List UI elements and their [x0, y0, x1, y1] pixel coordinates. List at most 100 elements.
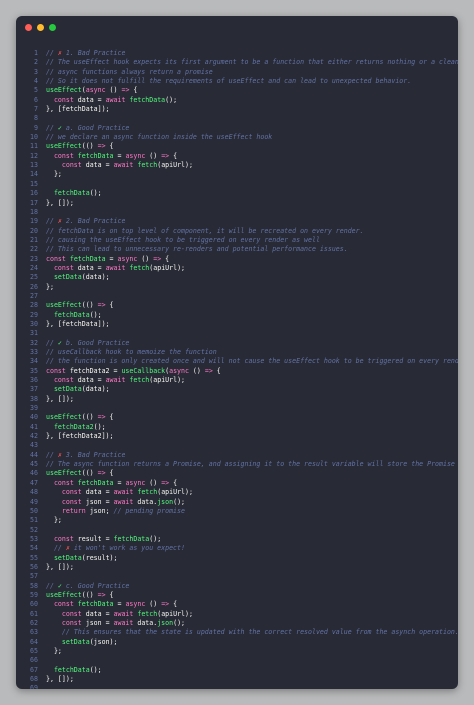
line-number: 48	[30, 488, 38, 497]
line-number: 30	[30, 319, 38, 328]
line-text: useEffect(() => {	[46, 413, 114, 422]
code-line: 8	[16, 114, 458, 123]
code-line: 62 const json = await data.json();	[16, 619, 458, 628]
line-number: 56	[30, 562, 38, 571]
code-line: 17}, []);	[16, 199, 458, 208]
line-text: fetchData();	[46, 189, 102, 198]
code-keyword: await	[105, 376, 126, 385]
code-line: 45 // The async function returns a Promis…	[16, 460, 458, 469]
code-keyword: await	[105, 95, 126, 104]
line-text: const data = await fetch(apiUrl);	[46, 376, 185, 385]
code-token: fetchData2 =	[65, 366, 122, 375]
line-text: const result = fetchData();	[46, 535, 161, 544]
line-number: 34	[30, 357, 38, 366]
code-editor[interactable]: 1 // ✗ 1. Bad Practice 2 // The useEffect h…	[16, 49, 458, 689]
line-number: 58	[30, 581, 38, 590]
code-line: 25 setData(data);	[16, 273, 458, 282]
code-function: useCallback	[121, 366, 166, 375]
line-number: 28	[30, 301, 38, 310]
code-token: ()	[188, 366, 205, 375]
code-line: 4 // So it does not fulfill the requireme…	[16, 77, 458, 86]
code-token: (apiUrl);	[149, 376, 186, 385]
code-token: {	[169, 151, 178, 160]
line-number: 57	[30, 572, 38, 581]
code-function: fetch	[137, 488, 158, 497]
code-token: data =	[81, 609, 114, 618]
code-token: data =	[81, 161, 114, 170]
line-number: 39	[30, 404, 38, 413]
line-text: useEffect(() => {	[46, 301, 114, 310]
line-text: setData(json);	[46, 638, 118, 647]
code-token: ();	[173, 618, 186, 627]
minimize-window-icon[interactable]	[37, 24, 44, 31]
code-function: fetchData	[69, 254, 106, 263]
code-function: fetchData	[53, 310, 90, 319]
line-text: const data = await fetch(apiUrl);	[46, 610, 193, 619]
code-token: }, []);	[46, 198, 74, 207]
maximize-window-icon[interactable]	[49, 24, 56, 31]
code-line: 13 const data = await fetch(apiUrl);	[16, 161, 458, 170]
code-line: 67 fetchData();	[16, 666, 458, 675]
line-text: const fetchData = async () => {	[46, 479, 177, 488]
line-number: 50	[30, 506, 38, 515]
code-token: (data);	[81, 385, 110, 394]
line-text: setData(data);	[46, 273, 110, 282]
line-number: 43	[30, 441, 38, 450]
line-number: 69	[30, 684, 38, 689]
code-token: ()	[145, 478, 162, 487]
line-number: 62	[30, 618, 38, 627]
line-text: // the function is only created once and…	[46, 357, 458, 366]
code-token: {	[169, 600, 178, 609]
code-token: json =	[81, 618, 114, 627]
code-token: };	[46, 647, 62, 655]
close-window-icon[interactable]	[25, 24, 32, 31]
line-number: 16	[30, 189, 38, 198]
code-line: 2 // The useEffect hook expects its first…	[16, 58, 458, 67]
code-comment: // This ensures that the state is update…	[46, 628, 458, 637]
code-token: };	[46, 170, 62, 179]
line-number: 49	[30, 497, 38, 506]
code-keyword: const	[46, 254, 66, 263]
code-comment: //	[46, 217, 58, 226]
line-text: const data = await fetch(apiUrl);	[46, 488, 193, 497]
line-number: 31	[30, 329, 38, 338]
code-comment: // pending promise	[113, 506, 185, 515]
line-text: // So it does not fulfill the requiremen…	[46, 77, 411, 86]
code-keyword: await	[113, 497, 134, 506]
line-text: // async functions always return a promi…	[46, 68, 213, 77]
code-keyword: const	[61, 618, 82, 627]
code-line: 10 // we declare an async function inside…	[16, 133, 458, 142]
line-number: 7	[34, 105, 38, 114]
line-text: setData(result);	[46, 554, 118, 563]
line-text: // ✗ 1. Bad Practice	[46, 49, 125, 58]
code-token: (()	[81, 469, 98, 478]
code-line: 3 // async functions always return a prom…	[16, 68, 458, 77]
line-number: 2	[34, 58, 38, 67]
code-token: result =	[73, 534, 114, 543]
line-text: const json = await data.json();	[46, 619, 185, 628]
code-line: 35 const fetchData2 = useCallback(async (…	[16, 367, 458, 376]
line-text: };	[46, 170, 62, 179]
line-number: 23	[30, 254, 38, 263]
code-function: useEffect	[46, 469, 82, 478]
line-number: 44	[30, 450, 38, 459]
line-text: useEffect(() => {	[46, 142, 114, 151]
code-token: =	[113, 478, 126, 487]
code-line: 15	[16, 180, 458, 189]
code-token: =	[105, 254, 118, 263]
line-number: 60	[30, 600, 38, 609]
code-line: 65 };	[16, 647, 458, 656]
code-line: 59 useEffect(() => {	[16, 591, 458, 600]
code-keyword: const	[53, 478, 74, 487]
code-function: fetchData	[129, 95, 166, 104]
code-line: 5 useEffect(async () => {	[16, 86, 458, 95]
line-text: // we declare an async function inside t…	[46, 133, 272, 142]
code-token: }, []);	[46, 675, 74, 684]
code-token: }, []);	[46, 394, 74, 403]
line-text: return json; // pending promise	[46, 507, 185, 516]
line-number: 33	[30, 348, 38, 356]
code-token: {	[169, 478, 178, 487]
